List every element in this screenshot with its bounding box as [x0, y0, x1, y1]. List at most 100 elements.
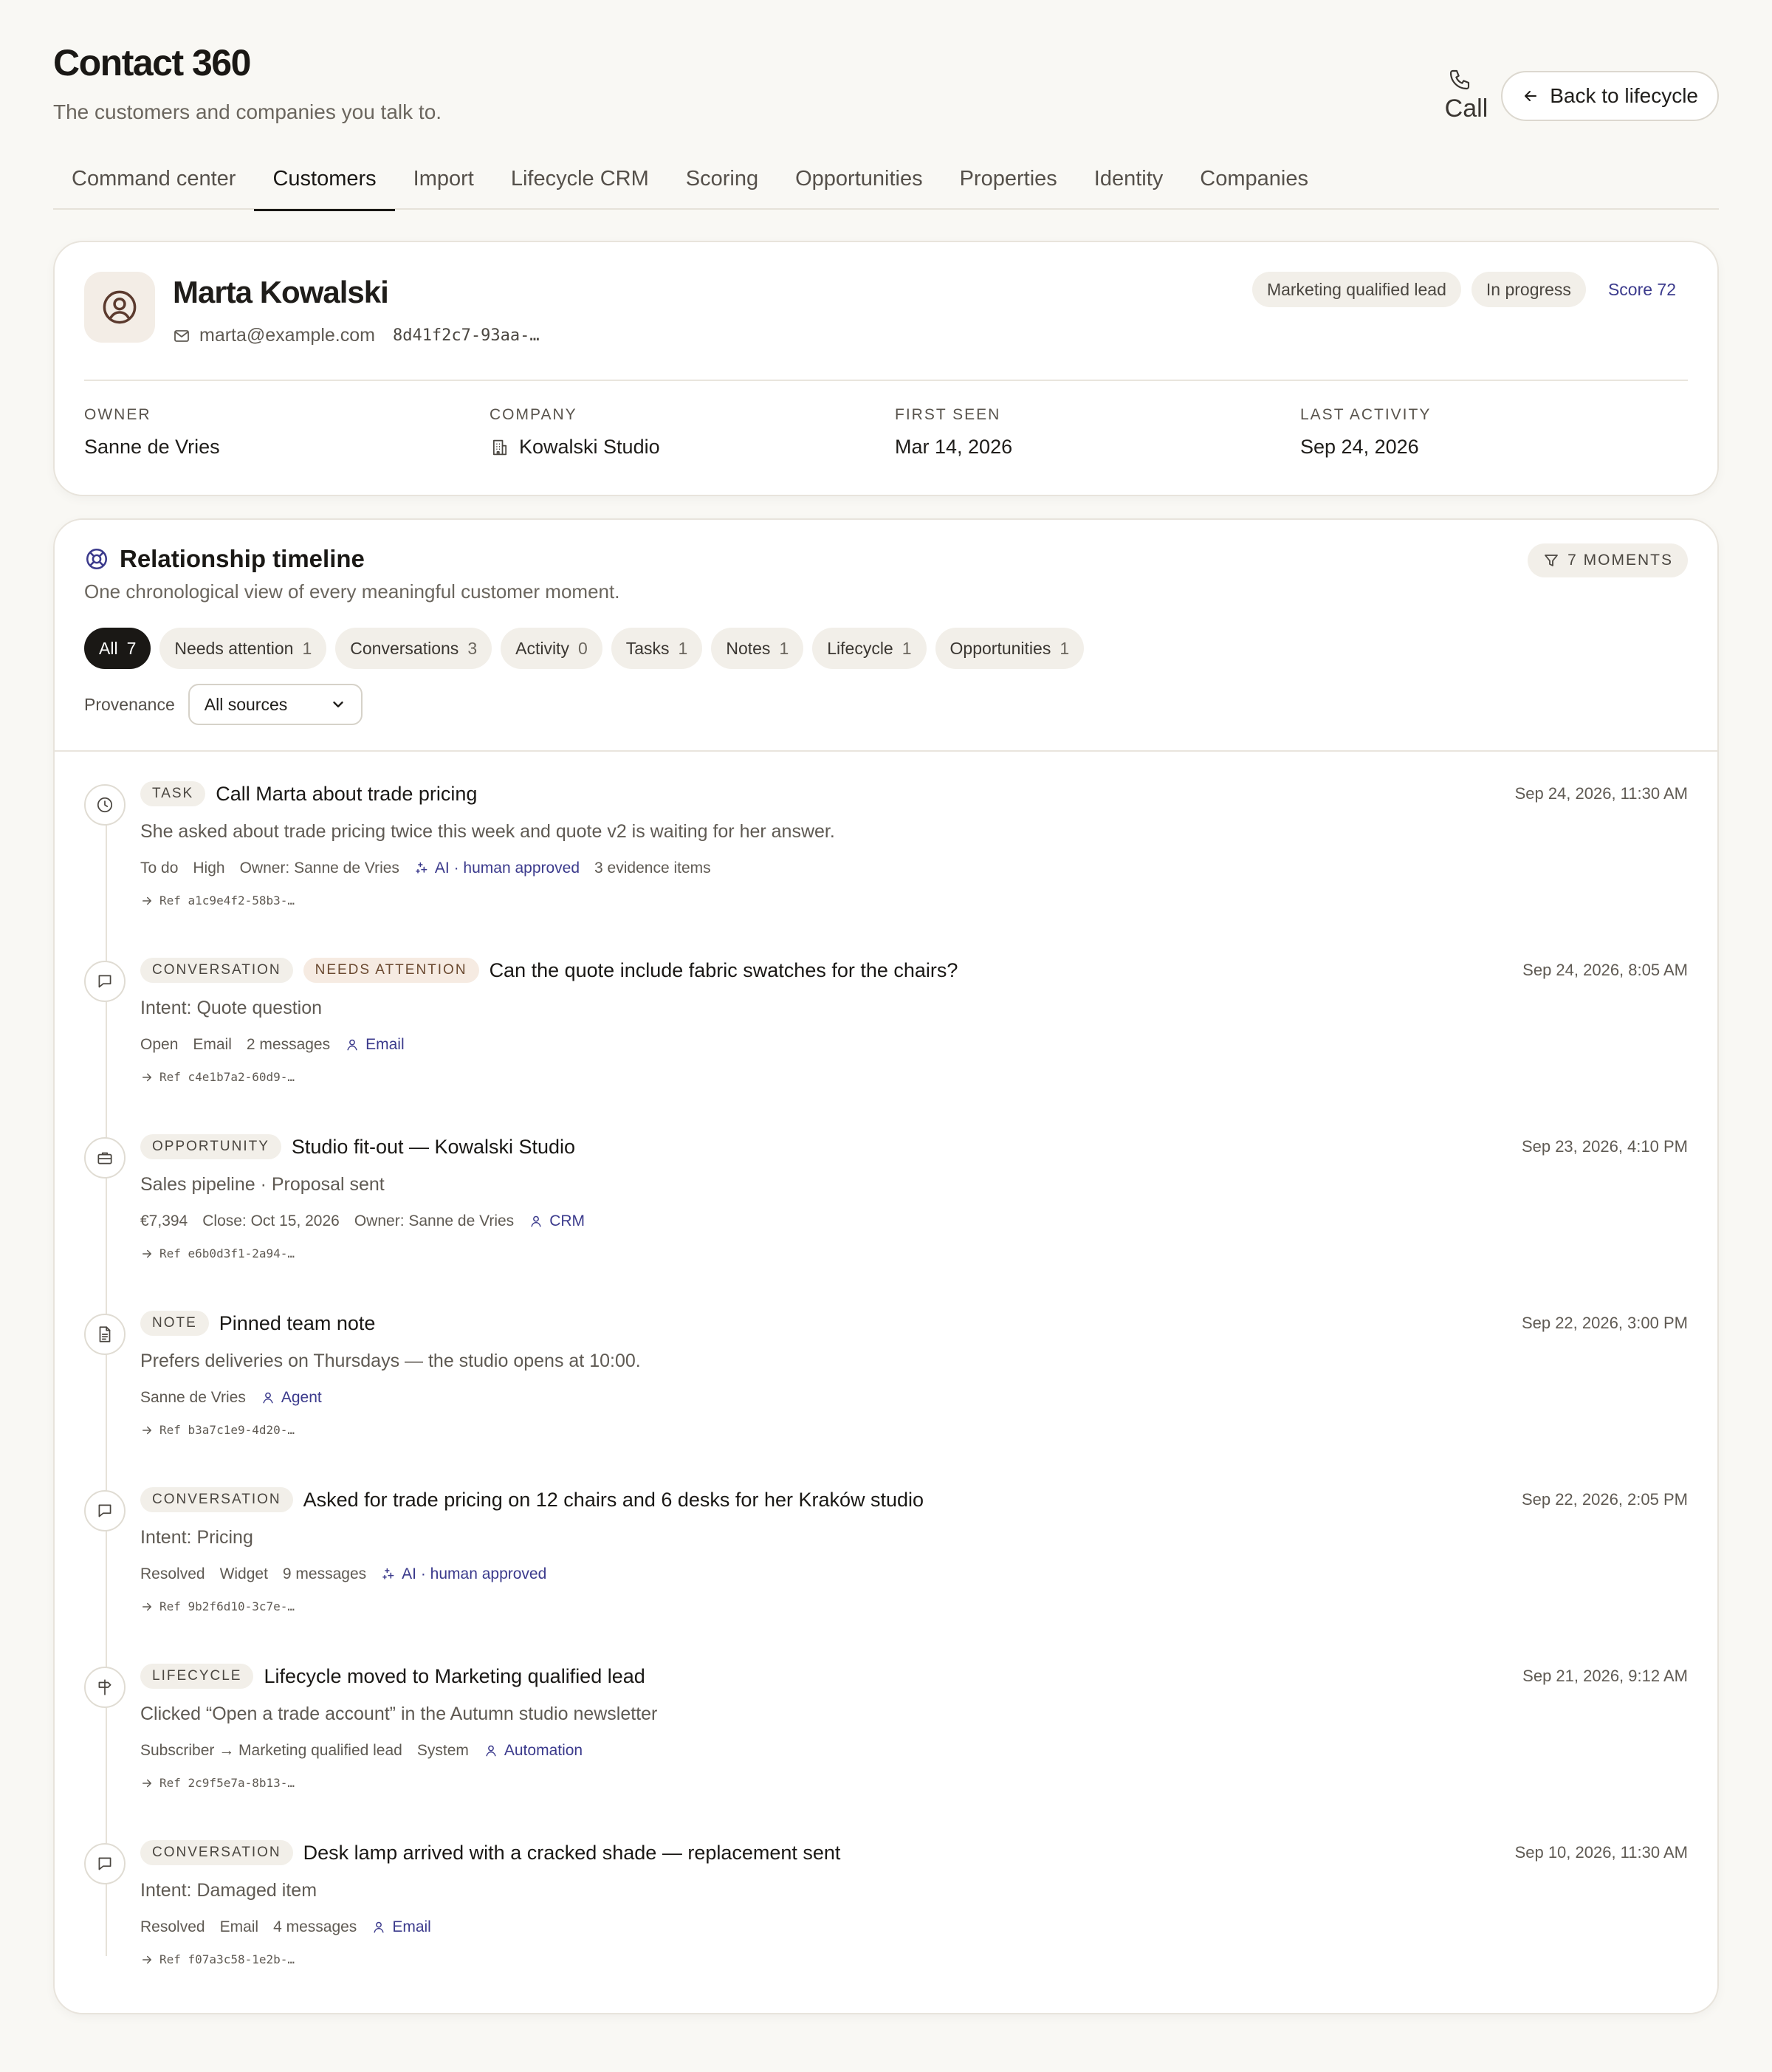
event-title-row: Conversation Asked for trade pricing on 1…: [140, 1487, 924, 1512]
profile-facts: Owner Sanne de Vries Company Kowalski St…: [84, 406, 1688, 459]
filter-label: All: [99, 638, 118, 658]
event-title[interactable]: Pinned team note: [219, 1312, 376, 1335]
needs-attention-tag: Needs attention: [303, 958, 479, 983]
event-timestamp: Sep 24, 2026, 11:30 AM: [1514, 784, 1688, 803]
event-ref[interactable]: Ref e6b0d3f1-2a94-…: [140, 1246, 295, 1260]
event-ref[interactable]: Ref 9b2f6d10-3c7e-…: [140, 1599, 295, 1613]
event-title[interactable]: Studio fit-out — Kowalski Studio: [292, 1136, 575, 1159]
event-type-tag: Opportunity: [140, 1134, 281, 1159]
profile-email[interactable]: marta@example.com: [199, 325, 375, 346]
chevron-down-icon: [333, 701, 343, 707]
filter-count: 3: [467, 638, 478, 658]
event-title[interactable]: Call Marta about trade pricing: [216, 783, 477, 806]
arrow-right-icon: [142, 1602, 151, 1610]
event-meta-item: Email: [193, 1036, 232, 1053]
event-ref[interactable]: Ref a1c9e4f2-58b3-…: [140, 893, 295, 908]
event-title[interactable]: Can the quote include fabric swatches fo…: [490, 959, 958, 982]
arrow-right-icon: [142, 1955, 151, 1963]
event-source-label: Automation: [504, 1742, 583, 1759]
avatar: [84, 272, 155, 343]
profile-meta: marta@example.com 8d41f2c7-93aa-…: [173, 325, 540, 346]
event-meta-item: Owner: Sanne de Vries: [239, 860, 399, 877]
event-ref-id: Ref e6b0d3f1-2a94-…: [159, 1246, 295, 1260]
tab-companies[interactable]: Companies: [1181, 145, 1327, 210]
event-source[interactable]: Email: [345, 1036, 405, 1054]
filter-tasks[interactable]: Tasks 1: [611, 628, 703, 669]
timeline-header: Relationship timeline: [84, 545, 365, 573]
event-type-tag: Conversation: [140, 958, 293, 983]
event-title-row: Conversation Desk lamp arrived with a cra…: [140, 1840, 840, 1865]
fact-owner: Owner Sanne de Vries: [84, 406, 490, 459]
event-meta: Resolved Email 4 messages Email: [140, 1918, 431, 1936]
event-meta-item: High: [193, 860, 225, 877]
tab-opportunities[interactable]: Opportunities: [777, 145, 941, 210]
fact-last-activity: Last activity Sep 24, 2026: [1300, 406, 1688, 459]
timeline-filters: All 7 Needs attention 1 Conversations 3 Activi…: [84, 628, 1085, 669]
filter-count: 1: [1060, 638, 1070, 658]
score-link[interactable]: Score 72: [1596, 280, 1676, 300]
event-title[interactable]: Desk lamp arrived with a cracked shade —…: [303, 1842, 841, 1865]
sparkle-icon: [416, 862, 427, 874]
filter-notes[interactable]: Notes 1: [711, 628, 804, 669]
event-type-icon: [84, 1314, 126, 1355]
event-source[interactable]: Automation: [484, 1742, 583, 1760]
timeline-event[interactable]: Lifecycle Lifecycle moved to Marketing qu…: [84, 1633, 1688, 1809]
event-ref[interactable]: Ref 2c9f5e7a-8b13-…: [140, 1776, 295, 1790]
event-source[interactable]: AI · human approved: [381, 1565, 546, 1583]
filter-needs-attention[interactable]: Needs attention 1: [159, 628, 327, 669]
event-source[interactable]: Agent: [261, 1389, 322, 1407]
filter-all[interactable]: All 7: [84, 628, 151, 669]
timeline-event[interactable]: Conversation Asked for trade pricing on 1…: [84, 1456, 1688, 1633]
arrow-right-icon: [142, 1249, 151, 1258]
tab-import[interactable]: Import: [395, 145, 492, 210]
signpost-icon: [98, 1679, 111, 1695]
arrow-right-icon: [142, 1073, 151, 1081]
tab-scoring[interactable]: Scoring: [667, 145, 777, 210]
timeline-card: Relationship timeline One chronological …: [53, 518, 1719, 2014]
event-meta-item: 9 messages: [282, 1565, 367, 1582]
event-source-label: Agent: [281, 1389, 322, 1406]
fact-value[interactable]: Kowalski Studio: [490, 436, 895, 459]
filter-conversations[interactable]: Conversations 3: [335, 628, 492, 669]
arrow-left-icon: [1525, 91, 1537, 101]
filter-label: Conversations: [350, 638, 459, 658]
event-meta-item: Sanne de Vries: [140, 1389, 246, 1406]
tab-customers[interactable]: Customers: [254, 145, 395, 211]
filter-label: Needs attention: [174, 638, 294, 658]
event-ref[interactable]: Ref f07a3c58-1e2b-…: [140, 1952, 295, 1966]
timeline-event[interactable]: Opportunity Studio fit-out — Kowalski Stu…: [84, 1103, 1688, 1280]
tab-identity[interactable]: Identity: [1076, 145, 1182, 210]
call-button[interactable]: Call: [1445, 68, 1488, 121]
filter-activity[interactable]: Activity 0: [501, 628, 602, 669]
provenance-control: Provenance All sources: [84, 684, 363, 725]
event-title[interactable]: Lifecycle moved to Marketing qualified l…: [264, 1665, 645, 1688]
event-ref[interactable]: Ref b3a7c1e9-4d20-…: [140, 1423, 295, 1437]
event-meta-item: 4 messages: [273, 1918, 357, 1935]
filter-lifecycle[interactable]: Lifecycle 1: [812, 628, 927, 669]
event-source[interactable]: AI · human approved: [414, 860, 580, 877]
provenance-select[interactable]: All sources: [188, 684, 363, 725]
event-type-icon: [84, 1843, 126, 1884]
timeline-event[interactable]: Note Pinned team note Sep 22, 2026, 3:00 P…: [84, 1280, 1688, 1456]
event-title[interactable]: Asked for trade pricing on 12 chairs and…: [303, 1489, 924, 1512]
event-ref[interactable]: Ref c4e1b7a2-60d9-…: [140, 1070, 295, 1084]
event-title-row: Conversation Needs attention Can the quote…: [140, 958, 958, 983]
profile-id: 8d41f2c7-93aa-…: [392, 326, 540, 345]
filter-opportunities[interactable]: Opportunities 1: [935, 628, 1085, 669]
event-evidence[interactable]: 3 evidence items: [594, 860, 711, 877]
event-source[interactable]: CRM: [529, 1212, 585, 1230]
event-timestamp: Sep 22, 2026, 3:00 PM: [1521, 1314, 1688, 1332]
tab-lifecycle-crm[interactable]: Lifecycle CRM: [492, 145, 667, 210]
timeline-event[interactable]: Conversation Needs attention Can the quote…: [84, 927, 1688, 1103]
lifecycle-badge: Marketing qualified lead: [1251, 272, 1461, 307]
back-to-lifecycle-button[interactable]: Back to lifecycle: [1501, 71, 1719, 121]
timeline-event[interactable]: Task Call Marta about trade pricing Sep 24…: [84, 750, 1688, 927]
arrow-right-icon: [142, 1779, 151, 1787]
event-meta-item: Email: [219, 1918, 259, 1935]
event-source[interactable]: Email: [371, 1918, 431, 1936]
timeline-event[interactable]: Conversation Desk lamp arrived with a cra…: [84, 1809, 1688, 1986]
tab-command-center[interactable]: Command center: [53, 145, 254, 210]
tab-properties[interactable]: Properties: [941, 145, 1076, 210]
timeline-events: Task Call Marta about trade pricing Sep 24…: [84, 750, 1688, 1986]
event-meta: Open Email 2 messages Email: [140, 1036, 405, 1054]
